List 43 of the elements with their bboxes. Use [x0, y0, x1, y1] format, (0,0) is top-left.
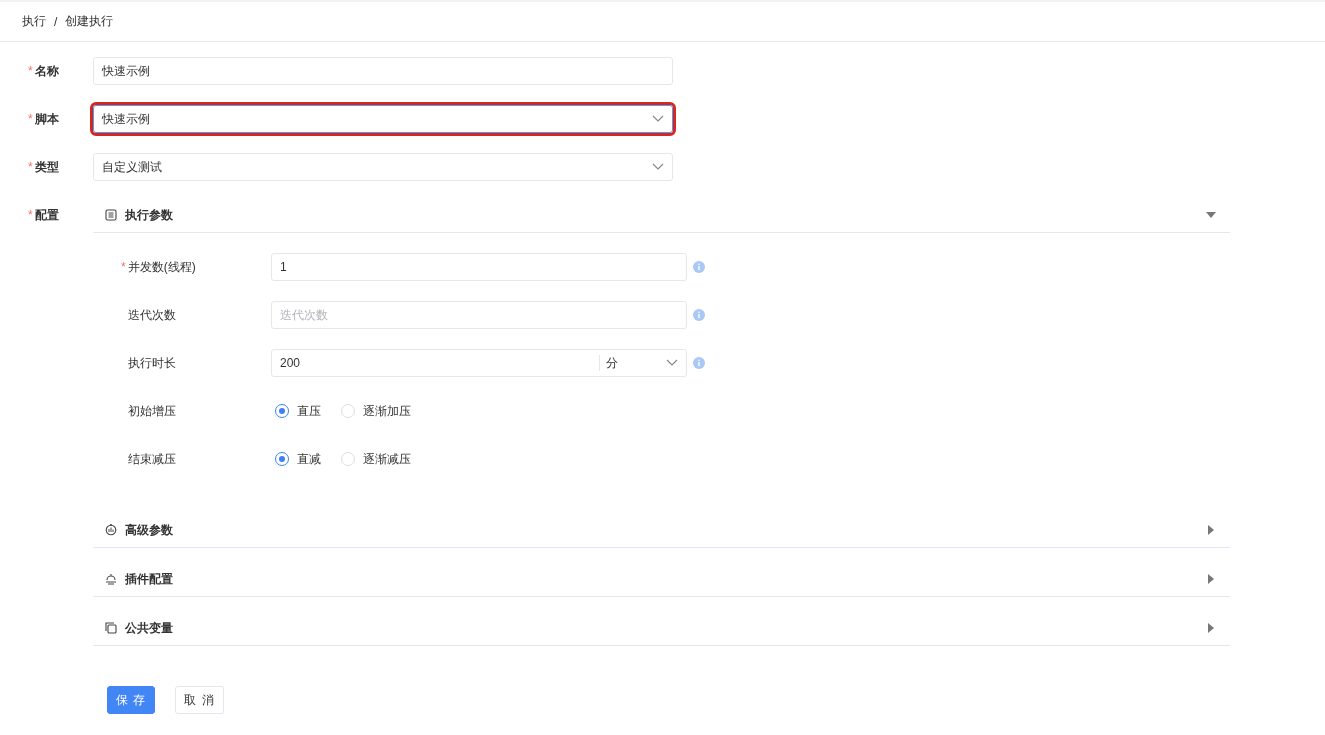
field-label: 类型 [34, 158, 59, 176]
cancel-button[interactable]: 取 消 [175, 686, 224, 714]
required-mark: * [28, 112, 33, 126]
section-header[interactable]: 高级参数 [93, 513, 1230, 548]
radio-option[interactable]: 直压 [271, 402, 321, 420]
chevron-down-icon [666, 359, 678, 367]
select-field[interactable]: 快速示例 [93, 105, 673, 133]
section-header[interactable]: 公共变量 [93, 611, 1230, 646]
radio-option[interactable]: 直减 [271, 450, 321, 468]
caret-down-icon[interactable] [1206, 212, 1216, 218]
input-field[interactable]: 1 [271, 253, 687, 281]
breadcrumb-link[interactable]: 创建执行 [65, 13, 114, 30]
input-field[interactable]: 200 分 [271, 349, 687, 377]
select-field[interactable]: 自定义测试 [93, 153, 673, 181]
list-icon [105, 209, 117, 221]
param-label: 初始增压 [128, 402, 176, 420]
required-mark: * [28, 160, 33, 174]
param-label: 执行时长 [128, 354, 176, 372]
chevron-down-icon [652, 163, 664, 171]
breadcrumb-link[interactable]: 执行 [22, 13, 46, 30]
breadcrumb-separator: / [54, 14, 58, 29]
field-label: 脚本 [34, 110, 59, 128]
chevron-down-icon [652, 115, 664, 123]
required-mark: * [28, 208, 33, 222]
field-label: 配置 [34, 206, 59, 224]
param-label: 结束减压 [128, 450, 176, 468]
caret-right-icon[interactable] [1208, 525, 1214, 535]
field-label: 名称 [34, 62, 59, 80]
param-label: 并发数(线程) [127, 258, 196, 276]
gauge-icon [105, 524, 117, 536]
unit-select[interactable]: 分 [599, 355, 678, 371]
save-button[interactable]: 保 存 [107, 686, 156, 714]
section-header[interactable]: 执行参数 [93, 198, 1230, 233]
caret-right-icon[interactable] [1208, 574, 1214, 584]
param-label: 迭代次数 [128, 306, 176, 324]
radio-option[interactable]: 逐渐加压 [337, 402, 411, 420]
section-header[interactable]: 插件配置 [93, 562, 1230, 597]
caret-right-icon[interactable] [1208, 623, 1214, 633]
required-mark: * [28, 64, 33, 78]
input-field[interactable]: 快速示例 [93, 57, 673, 85]
radio-option[interactable]: 逐渐减压 [337, 450, 411, 468]
required-mark: * [121, 260, 126, 274]
copy-icon [105, 622, 117, 634]
